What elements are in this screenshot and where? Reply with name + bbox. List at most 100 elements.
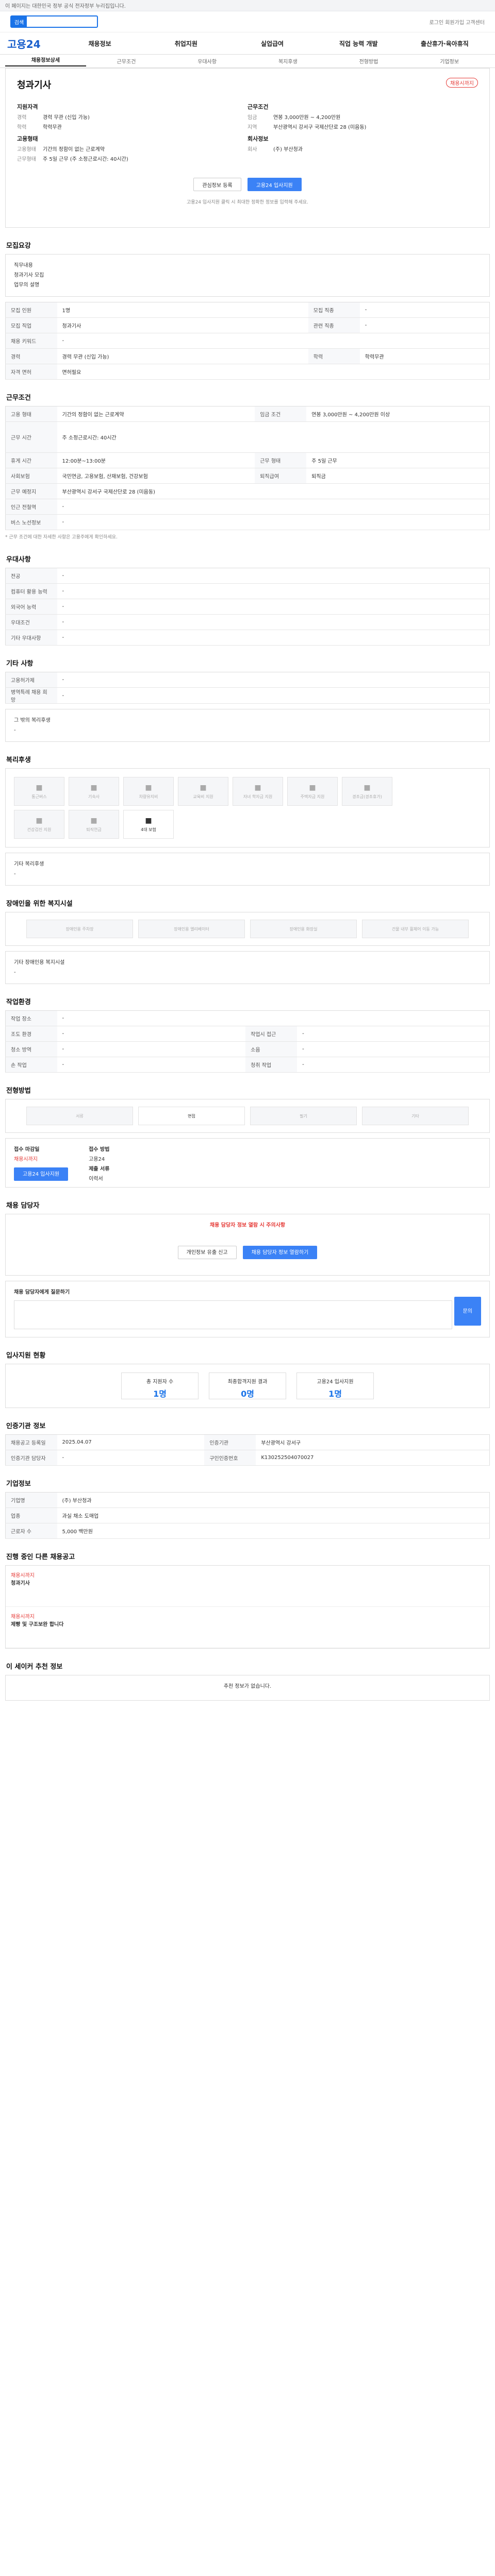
stat-online: 고용24 입사지원 1명 — [296, 1372, 374, 1400]
disabled-label: 장애인용 엘리베이터 — [174, 926, 209, 931]
cell: 인증기관 담당자 — [5, 1450, 57, 1466]
welfare-label: 통근버스 — [31, 794, 47, 799]
step-label: 면접 — [188, 1113, 195, 1118]
cell: - — [57, 1041, 246, 1058]
save-interest-button[interactable]: 관심정보 등록 — [193, 178, 241, 191]
tab-welfare[interactable]: 복지후생 — [248, 57, 328, 65]
cell: - — [57, 1057, 246, 1073]
extra-disabled: 기타 장애인용 복지시설 - — [5, 951, 490, 985]
tab-preference[interactable]: 우대사항 — [167, 57, 248, 65]
method-title: 접수 방법 — [89, 1147, 110, 1153]
kv-val: 연봉 3,000만원 ~ 4,200만원 — [273, 115, 341, 121]
search-icon[interactable]: 검색 — [11, 16, 27, 27]
apply-button[interactable]: 고용24 입사지원 — [247, 178, 302, 191]
condition-section: 근무조건 고용 형태 기간의 정함이 없는 근로계약 임금 조건 연봉 3,000만원… — [5, 392, 490, 541]
table-row: 기업명 (주) 부산청과 — [5, 1492, 490, 1509]
cell: 기타 우대사항 — [5, 630, 57, 646]
cell: 경력 무관 (신입 가능) — [57, 348, 308, 364]
table-row: 근로자 수 5,000 백만원 — [5, 1523, 490, 1539]
cell: 청과기사 — [57, 317, 308, 333]
cell: 병역특례 채용 희망 — [5, 687, 57, 704]
table-row: 청소 방역 - 소음 - — [5, 1041, 490, 1058]
section-title: 전형방법 — [6, 1087, 31, 1095]
table-row: 손 작업 - 청취 작업 - — [5, 1057, 490, 1073]
stat-label: 최종합격지원 결과 — [227, 1379, 268, 1385]
cell: - — [57, 630, 490, 646]
welfare-label: 경조금(경조휴가) — [352, 794, 382, 799]
inquiry-submit-button[interactable]: 문의 — [454, 1297, 481, 1326]
empty-message: 추천 정보가 없습니다. — [5, 1675, 490, 1701]
rec-title[interactable]: 청과기사 — [11, 1581, 30, 1586]
inquiry-textarea[interactable] — [14, 1300, 452, 1330]
section-title: 기업정보 — [6, 1480, 31, 1488]
kv-key: 회사 — [248, 147, 257, 152]
report-button[interactable]: 개인정보 유출 신고 — [177, 1246, 237, 1260]
cell: 학력 — [308, 348, 360, 364]
cell: - — [57, 499, 490, 515]
cell: 근무 시간 — [5, 421, 57, 453]
car-icon: ■ 차량유지비 — [123, 777, 174, 806]
recruit-table: 모집 인원 1명 모집 직종 - 모집 직업 청과기사 관련 직종 - 채용 키워드 - 경력… — [5, 302, 490, 380]
list-item[interactable]: 채용시까지 제빵 및 구조보완 합니다 — [6, 1607, 489, 1649]
cell: - — [297, 1041, 490, 1058]
cell: - — [57, 333, 490, 349]
rec-title[interactable]: 제빵 및 구조보완 합니다 — [11, 1622, 63, 1628]
view-contact-button[interactable]: 채용 담당자 정보 열람하기 — [242, 1246, 318, 1260]
cell: 청소 방역 — [5, 1041, 57, 1058]
list-item[interactable]: 채용시까지 청과기사 — [6, 1566, 489, 1607]
tab-company[interactable]: 기업정보 — [409, 57, 490, 65]
kv-val: 부산광역시 강서구 국제산단로 28 (미음동) — [273, 125, 367, 130]
cell: 경력 — [5, 348, 57, 364]
extra-welfare: 기타 복리후생 - — [5, 853, 490, 886]
tab-detail[interactable]: 채용정보상세 — [5, 56, 86, 66]
cell: 전공 — [5, 568, 57, 584]
section-title: 입사지원 현황 — [6, 1352, 46, 1360]
step-label: 기타 — [411, 1113, 419, 1118]
cell: 근무 예정지 — [5, 483, 57, 499]
kv-key: 임금 — [248, 115, 257, 121]
header: 검색 로그인 회원가입 고객센터 — [0, 11, 495, 32]
cell: 근무 형태 — [255, 452, 307, 468]
wheelchair-icon: 건물 내부 휠체어 이동 가능 — [362, 920, 469, 939]
parking-icon: 장애인용 주차장 — [26, 920, 133, 939]
table-row: 근무 예정지 부산광역시 강서구 국제산단로 28 (미음동) — [5, 483, 490, 499]
extra-val: - — [14, 970, 16, 976]
nav-training[interactable]: 직업 능력 개발 — [316, 39, 402, 48]
logo[interactable]: 고용24 — [7, 36, 57, 51]
recommend-section: 진행 중인 다른 채용공고 채용시까지 청과기사 채용시까지 제빵 및 구조보완 합… — [5, 1551, 490, 1649]
nav-benefit[interactable]: 실업급여 — [229, 39, 315, 48]
nav-leave[interactable]: 출산휴가·육아휴직 — [402, 39, 488, 48]
method-value: 고용24 — [89, 1157, 105, 1163]
elevator-icon: 장애인용 엘리베이터 — [138, 920, 245, 939]
cell: 면허필요 — [57, 364, 490, 380]
search-box[interactable]: 검색 — [10, 15, 98, 28]
table-row: 버스 노선정보 - — [5, 514, 490, 530]
extra-label: 기타 복리후생 — [14, 861, 44, 868]
header-links[interactable]: 로그인 회원가입 고객센터 — [429, 18, 485, 26]
cell: 작업 장소 — [5, 1010, 57, 1027]
section-title: 채용 담당자 — [6, 1202, 40, 1210]
apply-note: 고용24 입사지원 클릭 시 최대한 정확한 정보를 입력해 주세요. — [187, 200, 308, 205]
recruit-section: 모집요강 직무내용 청과기사 모집 업무의 설명 모집 인원 1명 모집 직종 - 모… — [5, 240, 490, 380]
table-row: 조도 환경 - 작업시 접근 - — [5, 1026, 490, 1042]
cell: 관련 직종 — [308, 317, 360, 333]
tab-process[interactable]: 전형방법 — [328, 57, 409, 65]
table-row: 근무 시간 주 소정근로시간: 40시간 — [5, 421, 490, 453]
process-steps: 서류 면접 필기 기타 — [5, 1099, 490, 1133]
cell: 우대조건 — [5, 614, 57, 631]
apply-info: 접수 마감일 채용시까지 고용24 입사지원 접수 방법 고용24 제출 서류 … — [5, 1138, 490, 1188]
section-title: 진행 중인 다른 채용공고 — [6, 1553, 75, 1562]
disabled-label: 장애인용 주차장 — [65, 926, 94, 931]
cell: 사회보험 — [5, 468, 57, 484]
kv-key: 경력 — [17, 115, 27, 121]
apply-button-2[interactable]: 고용24 입사지원 — [14, 1167, 69, 1181]
nav-jobs[interactable]: 채용정보 — [57, 39, 143, 48]
step-label: 필기 — [300, 1113, 307, 1118]
welfare-label: 기숙사 — [88, 794, 100, 799]
nav-support[interactable]: 취업지원 — [143, 39, 229, 48]
company-section: 기업정보 기업명 (주) 부산청과 업종 과실 채소 도매업 근로자 수 5,000 … — [5, 1478, 490, 1539]
table-row: 경력 경력 무관 (신입 가능) 학력 학력무관 — [5, 348, 490, 364]
section-title: 장애인을 위한 복지시설 — [6, 900, 73, 908]
tab-condition[interactable]: 근무조건 — [86, 57, 167, 65]
desc-line: 업무의 설명 — [14, 282, 40, 288]
